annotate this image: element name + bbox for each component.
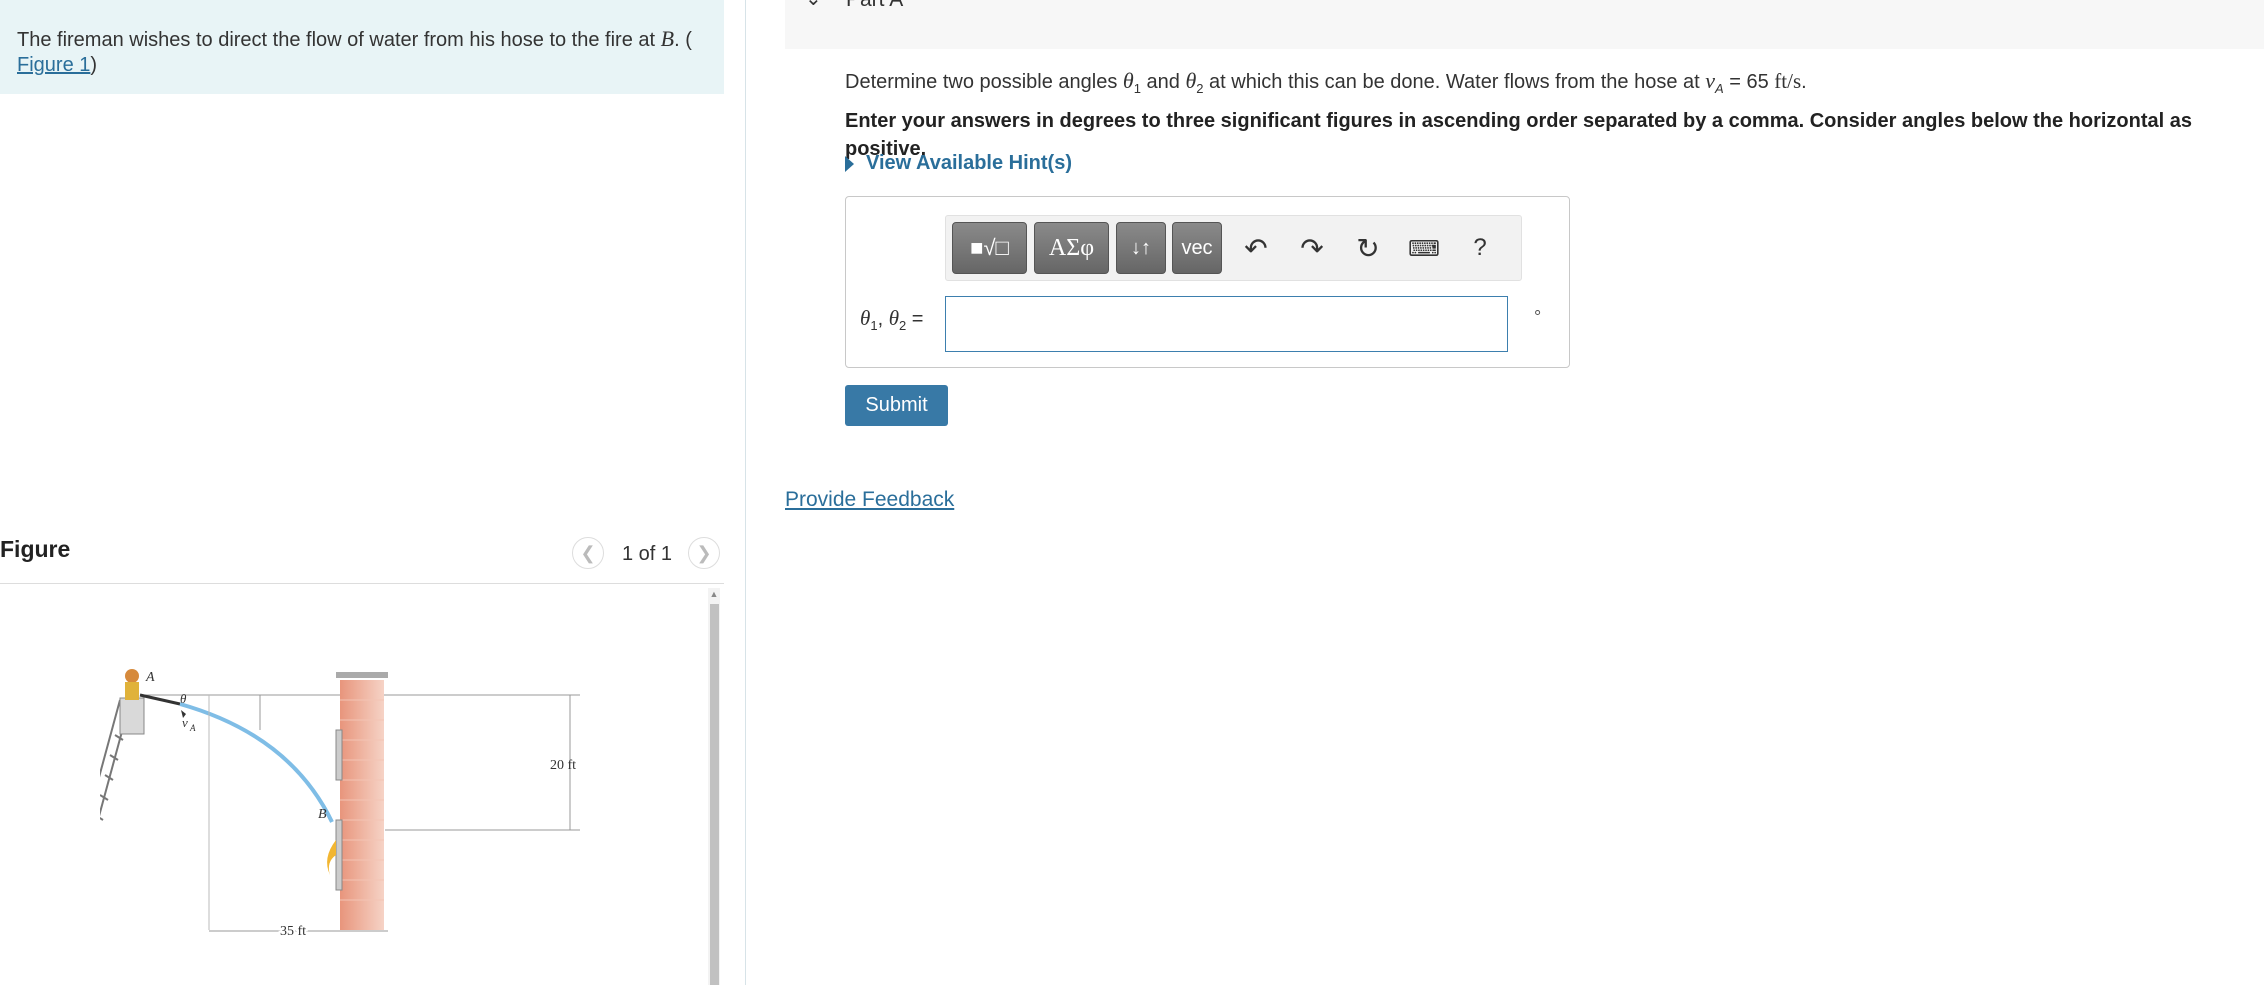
- help-button[interactable]: ?: [1462, 234, 1498, 262]
- va-symbol: v: [1705, 68, 1715, 93]
- bucket-icon: [119, 697, 145, 735]
- theta2-symbol: θ: [1185, 68, 1197, 93]
- figure-prev-button[interactable]: ❮: [572, 537, 604, 569]
- theta1-sub: 1: [1133, 81, 1141, 96]
- radical-template-icon: ■√□: [970, 235, 1009, 260]
- question-text: Determine two possible angles θ1 and θ2 …: [845, 67, 1807, 103]
- problem-close-paren: ): [90, 54, 98, 76]
- templates-button[interactable]: ■√□: [952, 222, 1027, 274]
- hints-label: View Available Hint(s): [866, 152, 1072, 174]
- keyboard-icon[interactable]: ⌨: [1406, 236, 1442, 262]
- window-frame-lower: [335, 819, 343, 891]
- redo-icon[interactable]: ↷: [1294, 232, 1330, 265]
- theta2-sub: 2: [1196, 81, 1204, 96]
- answer-label: θ1, θ2 =: [860, 306, 924, 333]
- label-height: 20 ft: [550, 758, 576, 773]
- label-theta2: θ: [888, 306, 900, 330]
- scroll-up-arrow-icon[interactable]: ▲: [708, 588, 720, 600]
- provide-feedback-link[interactable]: Provide Feedback: [785, 488, 954, 512]
- reset-icon[interactable]: ↻: [1350, 232, 1386, 265]
- caret-right-icon: [845, 155, 854, 172]
- question-pre: Determine two possible angles: [845, 71, 1123, 93]
- water-stream: [179, 702, 334, 823]
- va-sub: A: [1715, 81, 1724, 96]
- hose-nozzle: [139, 693, 181, 706]
- degree-unit: °: [1534, 307, 1542, 327]
- question-equals: = 65: [1723, 71, 1775, 93]
- label-equals: =: [906, 308, 924, 330]
- label-point-a: A: [145, 670, 155, 685]
- vector-button[interactable]: vec: [1172, 222, 1222, 274]
- view-hints-toggle[interactable]: View Available Hint(s): [845, 152, 1072, 175]
- label-distance: 35 ft: [280, 924, 306, 939]
- part-title: Part A: [846, 0, 903, 12]
- fireman-hose-figure: A θ v A B 20 ft 35 ft: [100, 669, 580, 940]
- problem-statement: The fireman wishes to direct the flow of…: [17, 26, 707, 78]
- math-toolbar: ■√□ ΑΣφ ↓↑ vec ↶ ↷ ↻ ⌨ ?: [945, 215, 1522, 281]
- wall-cap: [336, 672, 388, 678]
- figure-scrollbar-thumb[interactable]: [710, 604, 719, 985]
- chevron-down-icon[interactable]: ⌄: [805, 0, 822, 11]
- chevron-left-icon: ❮: [580, 542, 596, 563]
- velocity-unit: ft/s: [1774, 69, 1802, 93]
- figure-divider: [0, 583, 724, 584]
- panel-divider: [745, 0, 746, 985]
- part-header[interactable]: [785, 0, 2264, 49]
- fire-icon: [327, 840, 336, 875]
- label-velocity-sub: A: [189, 723, 196, 733]
- brick-wall: [340, 680, 384, 930]
- problem-text-before: The fireman wishes to direct the flow of…: [17, 29, 661, 51]
- theta1-symbol: θ: [1122, 68, 1134, 93]
- question-and: and: [1140, 71, 1186, 93]
- label-sub1: 1: [870, 318, 878, 333]
- label-theta: θ: [180, 691, 187, 706]
- undo-icon[interactable]: ↶: [1238, 232, 1274, 265]
- submit-button[interactable]: Submit: [845, 385, 948, 426]
- problem-point-b: B: [660, 26, 675, 51]
- subscript-superscript-button[interactable]: ↓↑: [1116, 222, 1166, 274]
- question-mid: at which this can be done. Water flows f…: [1203, 71, 1706, 93]
- window-frame-upper: [335, 729, 343, 781]
- problem-text-after: . (: [674, 29, 692, 51]
- label-point-b: B: [318, 807, 327, 822]
- fireman-icon: [125, 669, 139, 700]
- label-separator: ,: [877, 308, 889, 330]
- greek-symbols-button[interactable]: ΑΣφ: [1034, 222, 1109, 274]
- question-period: .: [1801, 71, 1807, 93]
- figure-pager: 1 of 1: [622, 543, 673, 565]
- figure-link[interactable]: Figure 1: [17, 54, 90, 76]
- label-theta1: θ: [860, 306, 871, 330]
- figure-title: Figure: [0, 536, 71, 562]
- figure-next-button[interactable]: ❯: [688, 537, 720, 569]
- chevron-right-icon: ❯: [696, 542, 712, 563]
- answer-input[interactable]: [945, 296, 1508, 352]
